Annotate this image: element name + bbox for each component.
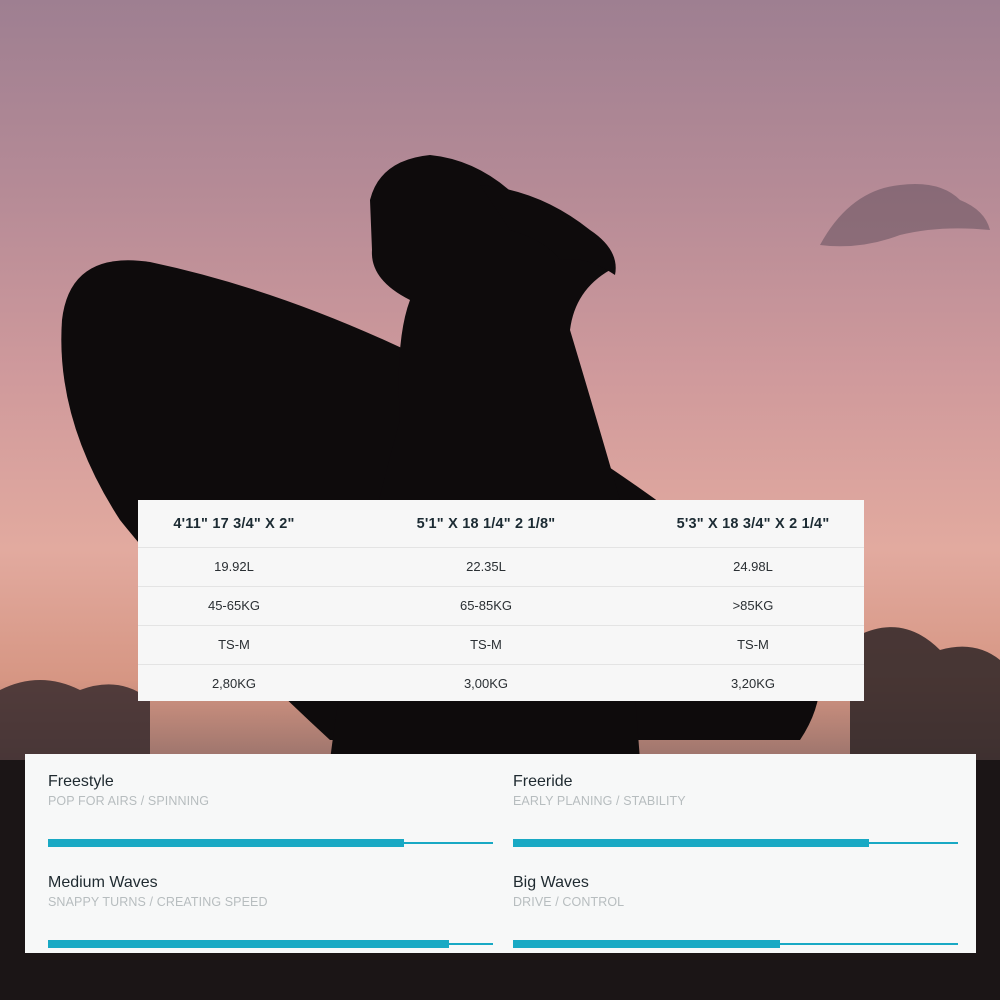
rating-name: Big Waves — [513, 874, 589, 891]
table-cell: TS-M — [218, 637, 250, 652]
small-cloud — [820, 184, 990, 247]
rating-subtitle: DRIVE / CONTROL — [513, 895, 625, 909]
table-cell: >85KG — [732, 598, 774, 613]
rating-subtitle: EARLY PLANING / STABILITY — [513, 794, 686, 808]
size-label: 5'3" X 18 3/4" X 2 1/4" — [676, 515, 830, 532]
rating-big-waves: Big Waves DRIVE / CONTROL — [513, 874, 958, 948]
table-cell: 19.92L — [214, 559, 254, 574]
size-label: 4'11" 17 3/4" X 2" — [173, 515, 295, 532]
rating-fill — [48, 940, 449, 948]
rider-weight-row: 45-65KG 65-85KG >85KG — [138, 587, 864, 626]
rating-medium-waves: Medium Waves SNAPPY TURNS / CREATING SPE… — [48, 874, 493, 948]
ratings-panel: Freestyle POP FOR AIRS / SPINNING Freeri… — [25, 754, 976, 953]
table-cell: TS-M — [737, 637, 769, 652]
rating-name: Medium Waves — [48, 874, 158, 891]
rating-name: Freestyle — [48, 773, 114, 790]
table-cell: 22.35L — [466, 559, 506, 574]
rating-freestyle: Freestyle POP FOR AIRS / SPINNING — [48, 773, 493, 847]
table-cell: 3,20KG — [730, 676, 776, 691]
cloud-right — [850, 627, 1000, 760]
rating-freeride: Freeride EARLY PLANING / STABILITY — [513, 773, 958, 847]
rating-name: Freeride — [513, 773, 573, 790]
board-weight-row: 2,80KG 3,00KG 3,20KG — [138, 665, 864, 703]
cloud-left — [0, 680, 150, 760]
rating-subtitle: POP FOR AIRS / SPINNING — [48, 794, 210, 808]
rating-fill — [513, 940, 780, 948]
volume-row: 19.92L 22.35L 24.98L — [138, 548, 864, 587]
specs-header-row: 4'11" 17 3/4" X 2" 5'1" X 18 1/4" 2 1/8"… — [138, 500, 864, 548]
rating-subtitle: SNAPPY TURNS / CREATING SPEED — [48, 895, 268, 909]
table-cell: 3,00KG — [463, 676, 509, 691]
size-label: 5'1" X 18 1/4" 2 1/8" — [416, 515, 556, 532]
table-cell: 65-85KG — [459, 598, 513, 613]
table-cell: 2,80KG — [211, 676, 257, 691]
table-cell: TS-M — [470, 637, 502, 652]
rating-fill — [513, 839, 869, 847]
fin-box-row: TS-M TS-M TS-M — [138, 626, 864, 665]
specs-table: 4'11" 17 3/4" X 2" 5'1" X 18 1/4" 2 1/8"… — [138, 500, 864, 701]
rating-fill — [48, 839, 404, 847]
table-cell: 45-65KG — [207, 598, 261, 613]
table-cell: 24.98L — [733, 559, 773, 574]
